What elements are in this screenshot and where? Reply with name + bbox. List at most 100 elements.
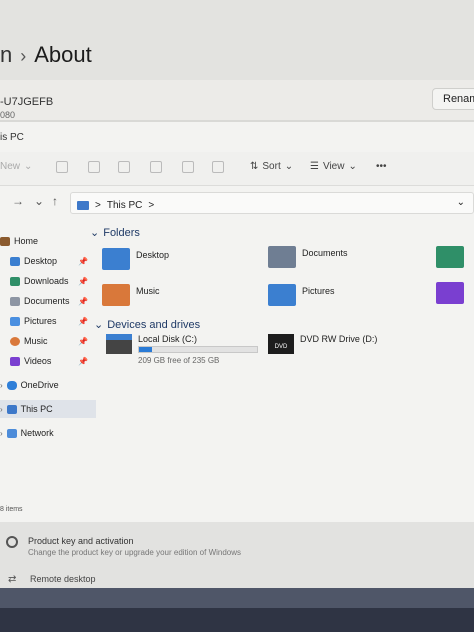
network-icon: [6, 428, 17, 438]
share-icon[interactable]: [182, 161, 194, 173]
sidebar-item-music[interactable]: Music 📌: [0, 332, 96, 350]
folders-header-label: Folders: [103, 226, 140, 239]
view-button[interactable]: ☰ View ⌄: [310, 161, 357, 172]
address-trailing-chevron[interactable]: >: [148, 200, 154, 211]
chevron-right-icon[interactable]: ›: [0, 381, 3, 390]
drives-header-label: Devices and drives: [107, 318, 201, 331]
taskbar: [0, 588, 474, 632]
navigation-pane: Home Desktop 📌 Downloads 📌 Documents 📌 P…: [0, 224, 96, 524]
sidebar-item-label: Music: [24, 336, 48, 346]
forward-arrow-icon[interactable]: →: [12, 194, 24, 208]
chevron-down-icon: ⌄: [90, 227, 100, 239]
folder-downloads-partial[interactable]: [436, 246, 464, 268]
page-title-text: About: [34, 42, 92, 67]
chevron-down-icon: ⌄: [94, 319, 104, 331]
pictures-icon: [10, 316, 20, 326]
this-pc-icon: [6, 404, 17, 414]
documents-icon: [10, 296, 20, 306]
sidebar-item-label: Videos: [24, 356, 52, 366]
delete-icon[interactable]: [212, 161, 224, 173]
desktop-folder-icon: [102, 248, 130, 270]
folder-videos-partial[interactable]: [436, 282, 464, 304]
sidebar-item-downloads[interactable]: Downloads 📌: [0, 272, 96, 290]
sidebar-item-home[interactable]: Home: [0, 232, 96, 250]
sidebar-item-pictures[interactable]: Pictures 📌: [0, 312, 96, 330]
pin-icon: 📌: [78, 336, 88, 346]
dvd-drive-icon: DVD: [268, 334, 294, 354]
this-pc-icon: [77, 201, 89, 210]
navigation-row: → ⌄ ↑ > This PC > ⌄: [0, 186, 474, 216]
sidebar-item-this-pc[interactable]: › This PC: [0, 400, 96, 418]
device-info-card: [0, 80, 474, 120]
cut-icon[interactable]: [56, 161, 68, 173]
local-disk-icon: [106, 334, 132, 354]
remote-desktop-link[interactable]: Remote desktop: [30, 574, 96, 584]
more-options-button[interactable]: •••: [376, 161, 387, 172]
new-button[interactable]: New ⌄: [0, 161, 32, 172]
music-icon: [10, 336, 20, 346]
sidebar-item-label: Pictures: [24, 316, 57, 326]
videos-folder-icon: [436, 282, 464, 304]
sidebar-item-videos[interactable]: Videos 📌: [0, 352, 96, 370]
folder-documents[interactable]: Documents: [268, 246, 348, 268]
device-name: -U7JGEFB: [0, 96, 54, 108]
product-key-title[interactable]: Product key and activation: [28, 536, 134, 546]
new-label: New: [0, 161, 21, 172]
drive-usage-fill: [139, 347, 152, 352]
sidebar-item-onedrive[interactable]: › OneDrive: [0, 376, 96, 394]
address-segment-this-pc[interactable]: This PC: [107, 200, 143, 211]
window-title: is PC: [0, 132, 24, 143]
music-folder-icon: [102, 284, 130, 306]
drive-label: Local Disk (C:): [138, 334, 198, 344]
address-separator: >: [95, 200, 101, 211]
chevron-down-icon: ⌄: [24, 161, 33, 172]
folder-label: Music: [136, 286, 160, 296]
sidebar-item-label: Home: [14, 236, 39, 246]
chevron-down-icon[interactable]: ⌄: [34, 194, 44, 208]
videos-icon: [10, 356, 20, 366]
command-bar: New ⌄ ⇅ Sort ⌄ ☰ View ⌄ •••: [0, 152, 474, 186]
status-bar-item-count: 8 items: [0, 506, 23, 513]
sidebar-item-desktop[interactable]: Desktop 📌: [0, 252, 96, 270]
chevron-down-icon: ⌄: [284, 161, 294, 172]
folder-pictures[interactable]: Pictures: [268, 284, 335, 306]
folder-music[interactable]: Music: [102, 284, 160, 306]
view-label: View: [322, 161, 345, 172]
address-dropdown-icon[interactable]: ⌄: [457, 197, 465, 208]
drive-label: DVD RW Drive (D:): [300, 334, 378, 344]
pin-icon: 📌: [78, 316, 88, 326]
sort-label: Sort: [262, 161, 281, 172]
folders-group-header[interactable]: ⌄ Folders: [90, 226, 140, 240]
address-bar[interactable]: > This PC > ⌄: [70, 192, 474, 214]
folder-desktop[interactable]: Desktop: [102, 248, 169, 270]
drive-usage-bar: [138, 346, 258, 353]
chevron-down-icon: ⌄: [348, 161, 357, 172]
settings-header: n › About: [0, 0, 474, 80]
sidebar-item-label: OneDrive: [20, 380, 59, 390]
onedrive-icon: [6, 380, 17, 390]
pin-icon: 📌: [78, 256, 88, 266]
settings-lower-section: Product key and activation Change the pr…: [0, 522, 474, 632]
copy-icon[interactable]: [88, 161, 100, 173]
sidebar-item-label: Desktop: [24, 256, 58, 266]
drives-group-header[interactable]: ⌄ Devices and drives: [94, 318, 201, 332]
sidebar-item-network[interactable]: › Network: [0, 424, 96, 442]
content-pane: ⌄ Folders Desktop Documents Music Pictur…: [90, 224, 474, 524]
rename-icon[interactable]: [150, 161, 162, 173]
chevron-right-icon[interactable]: ›: [0, 429, 3, 438]
drive-free-space: 209 GB free of 235 GB: [138, 356, 220, 365]
pictures-folder-icon: [268, 284, 296, 306]
pin-icon: 📌: [78, 296, 88, 306]
breadcrumb-prev[interactable]: n: [0, 42, 12, 67]
up-arrow-icon[interactable]: ↑: [52, 194, 58, 208]
sidebar-item-label: Downloads: [24, 276, 69, 286]
rename-button[interactable]: Renam: [432, 88, 474, 110]
sort-button[interactable]: ⇅ Sort ⌄: [250, 161, 293, 172]
key-icon: [6, 536, 18, 548]
chevron-right-icon[interactable]: ›: [0, 405, 3, 414]
desktop-folder-icon: [10, 256, 20, 266]
sidebar-item-documents[interactable]: Documents 📌: [0, 292, 96, 310]
sort-icon: ⇅: [250, 161, 259, 172]
sidebar-item-label: Network: [20, 428, 54, 438]
paste-icon[interactable]: [118, 161, 130, 173]
